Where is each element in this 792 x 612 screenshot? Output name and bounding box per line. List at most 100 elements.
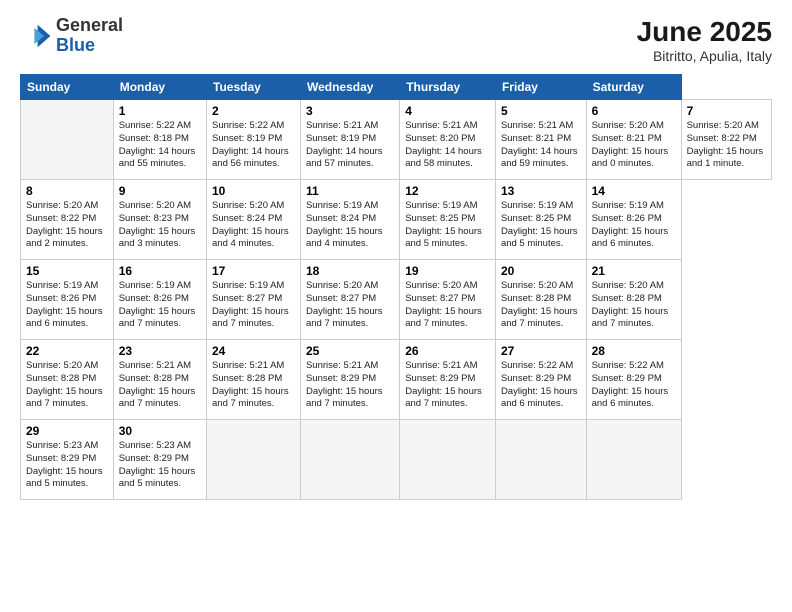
calendar-cell: 6Sunrise: 5:20 AM Sunset: 8:21 PM Daylig…: [586, 100, 681, 180]
logo-icon: [20, 20, 52, 52]
logo: General Blue: [20, 16, 123, 56]
calendar-cell: 10 Sunrise: 5:20 AM Sunset: 8:24 PM Dayli…: [207, 180, 301, 260]
day-number: 9: [119, 184, 201, 198]
calendar-cell: 20 Sunrise: 5:20 AM Sunset: 8:28 PM Dayli…: [495, 260, 586, 340]
calendar-week-row: 8Sunrise: 5:20 AM Sunset: 8:22 PM Daylig…: [21, 180, 772, 260]
day-info: Sunrise: 5:19 AM Sunset: 8:25 PM Dayligh…: [501, 200, 581, 251]
calendar-cell: 12 Sunrise: 5:19 AM Sunset: 8:25 PM Dayli…: [400, 180, 496, 260]
calendar-cell: 9 Sunrise: 5:20 AM Sunset: 8:23 PM Daylig…: [113, 180, 206, 260]
calendar-cell: 19 Sunrise: 5:20 AM Sunset: 8:27 PM Dayli…: [400, 260, 496, 340]
day-info: Sunrise: 5:20 AM Sunset: 8:23 PM Dayligh…: [119, 200, 201, 251]
calendar-cell: 23 Sunrise: 5:21 AM Sunset: 8:28 PM Dayli…: [113, 340, 206, 420]
day-number: 23: [119, 344, 201, 358]
day-info: Sunrise: 5:19 AM Sunset: 8:26 PM Dayligh…: [26, 280, 108, 331]
calendar-cell: 28Sunrise: 5:22 AM Sunset: 8:29 PM Dayli…: [586, 340, 681, 420]
day-number: 18: [306, 264, 394, 278]
calendar-subtitle: Bitritto, Apulia, Italy: [637, 48, 772, 64]
calendar-week-row: 1Sunrise: 5:22 AM Sunset: 8:18 PM Daylig…: [21, 100, 772, 180]
weekday-header: Monday: [113, 75, 206, 100]
day-number: 21: [592, 264, 676, 278]
day-number: 28: [592, 344, 676, 358]
calendar-table: SundayMondayTuesdayWednesdayThursdayFrid…: [20, 74, 772, 500]
day-number: 17: [212, 264, 295, 278]
calendar-cell-empty: [207, 420, 301, 500]
day-number: 30: [119, 424, 201, 438]
day-info: Sunrise: 5:21 AM Sunset: 8:21 PM Dayligh…: [501, 120, 581, 171]
calendar-cell: 1Sunrise: 5:22 AM Sunset: 8:18 PM Daylig…: [113, 100, 206, 180]
day-number: 20: [501, 264, 581, 278]
day-number: 1: [119, 104, 201, 118]
day-number: 2: [212, 104, 295, 118]
calendar-week-row: 15Sunrise: 5:19 AM Sunset: 8:26 PM Dayli…: [21, 260, 772, 340]
calendar-cell: 7Sunrise: 5:20 AM Sunset: 8:22 PM Daylig…: [681, 100, 771, 180]
day-info: Sunrise: 5:20 AM Sunset: 8:27 PM Dayligh…: [405, 280, 490, 331]
calendar-cell: 16 Sunrise: 5:19 AM Sunset: 8:26 PM Dayli…: [113, 260, 206, 340]
day-number: 25: [306, 344, 394, 358]
calendar-week-row: 22Sunrise: 5:20 AM Sunset: 8:28 PM Dayli…: [21, 340, 772, 420]
day-number: 12: [405, 184, 490, 198]
calendar-cell-empty: [300, 420, 399, 500]
day-info: Sunrise: 5:20 AM Sunset: 8:27 PM Dayligh…: [306, 280, 394, 331]
day-number: 27: [501, 344, 581, 358]
day-info: Sunrise: 5:22 AM Sunset: 8:29 PM Dayligh…: [501, 360, 581, 411]
day-info: Sunrise: 5:21 AM Sunset: 8:19 PM Dayligh…: [306, 120, 394, 171]
day-info: Sunrise: 5:20 AM Sunset: 8:28 PM Dayligh…: [501, 280, 581, 331]
header: General Blue June 2025 Bitritto, Apulia,…: [20, 16, 772, 64]
calendar-cell: 21 Sunrise: 5:20 AM Sunset: 8:28 PM Dayli…: [586, 260, 681, 340]
day-info: Sunrise: 5:21 AM Sunset: 8:29 PM Dayligh…: [405, 360, 490, 411]
day-info: Sunrise: 5:20 AM Sunset: 8:22 PM Dayligh…: [26, 200, 108, 251]
day-info: Sunrise: 5:23 AM Sunset: 8:29 PM Dayligh…: [26, 440, 108, 491]
day-info: Sunrise: 5:21 AM Sunset: 8:29 PM Dayligh…: [306, 360, 394, 411]
weekday-header: Thursday: [400, 75, 496, 100]
day-info: Sunrise: 5:21 AM Sunset: 8:28 PM Dayligh…: [119, 360, 201, 411]
calendar-title: June 2025: [637, 16, 772, 48]
day-info: Sunrise: 5:20 AM Sunset: 8:28 PM Dayligh…: [26, 360, 108, 411]
day-info: Sunrise: 5:20 AM Sunset: 8:22 PM Dayligh…: [687, 120, 766, 171]
day-info: Sunrise: 5:19 AM Sunset: 8:26 PM Dayligh…: [119, 280, 201, 331]
day-number: 3: [306, 104, 394, 118]
day-number: 5: [501, 104, 581, 118]
calendar-cell: 17 Sunrise: 5:19 AM Sunset: 8:27 PM Dayli…: [207, 260, 301, 340]
weekday-header: Saturday: [586, 75, 681, 100]
logo-blue: Blue: [56, 35, 95, 55]
calendar-cell: 2Sunrise: 5:22 AM Sunset: 8:19 PM Daylig…: [207, 100, 301, 180]
weekday-header: Friday: [495, 75, 586, 100]
calendar-cell: 27 Sunrise: 5:22 AM Sunset: 8:29 PM Dayli…: [495, 340, 586, 420]
day-info: Sunrise: 5:19 AM Sunset: 8:24 PM Dayligh…: [306, 200, 394, 251]
day-number: 16: [119, 264, 201, 278]
day-number: 10: [212, 184, 295, 198]
calendar-cell: 30Sunrise: 5:23 AM Sunset: 8:29 PM Dayli…: [113, 420, 206, 500]
calendar-cell-empty: [495, 420, 586, 500]
calendar-cell: 25 Sunrise: 5:21 AM Sunset: 8:29 PM Dayli…: [300, 340, 399, 420]
day-info: Sunrise: 5:19 AM Sunset: 8:26 PM Dayligh…: [592, 200, 676, 251]
calendar-cell: 29Sunrise: 5:23 AM Sunset: 8:29 PM Dayli…: [21, 420, 114, 500]
calendar-cell: 26 Sunrise: 5:21 AM Sunset: 8:29 PM Dayli…: [400, 340, 496, 420]
day-number: 14: [592, 184, 676, 198]
calendar-cell: 22Sunrise: 5:20 AM Sunset: 8:28 PM Dayli…: [21, 340, 114, 420]
calendar-cell: 13Sunrise: 5:19 AM Sunset: 8:25 PM Dayli…: [495, 180, 586, 260]
day-number: 19: [405, 264, 490, 278]
logo-text: General Blue: [56, 16, 123, 56]
calendar-cell-empty: [586, 420, 681, 500]
day-info: Sunrise: 5:19 AM Sunset: 8:27 PM Dayligh…: [212, 280, 295, 331]
logo-general: General: [56, 15, 123, 35]
day-info: Sunrise: 5:20 AM Sunset: 8:24 PM Dayligh…: [212, 200, 295, 251]
calendar-cell: 15Sunrise: 5:19 AM Sunset: 8:26 PM Dayli…: [21, 260, 114, 340]
calendar-cell-empty: [21, 100, 114, 180]
day-number: 26: [405, 344, 490, 358]
day-number: 11: [306, 184, 394, 198]
calendar-cell: 3 Sunrise: 5:21 AM Sunset: 8:19 PM Daylig…: [300, 100, 399, 180]
title-block: June 2025 Bitritto, Apulia, Italy: [637, 16, 772, 64]
weekday-header: Sunday: [21, 75, 114, 100]
day-info: Sunrise: 5:21 AM Sunset: 8:28 PM Dayligh…: [212, 360, 295, 411]
day-info: Sunrise: 5:20 AM Sunset: 8:21 PM Dayligh…: [592, 120, 676, 171]
weekday-header: Tuesday: [207, 75, 301, 100]
calendar-cell-empty: [400, 420, 496, 500]
day-info: Sunrise: 5:20 AM Sunset: 8:28 PM Dayligh…: [592, 280, 676, 331]
calendar-cell: 8Sunrise: 5:20 AM Sunset: 8:22 PM Daylig…: [21, 180, 114, 260]
calendar-cell: 11 Sunrise: 5:19 AM Sunset: 8:24 PM Dayli…: [300, 180, 399, 260]
calendar-week-row: 29Sunrise: 5:23 AM Sunset: 8:29 PM Dayli…: [21, 420, 772, 500]
calendar-cell: 4Sunrise: 5:21 AM Sunset: 8:20 PM Daylig…: [400, 100, 496, 180]
day-info: Sunrise: 5:19 AM Sunset: 8:25 PM Dayligh…: [405, 200, 490, 251]
weekday-header-row: SundayMondayTuesdayWednesdayThursdayFrid…: [21, 75, 772, 100]
